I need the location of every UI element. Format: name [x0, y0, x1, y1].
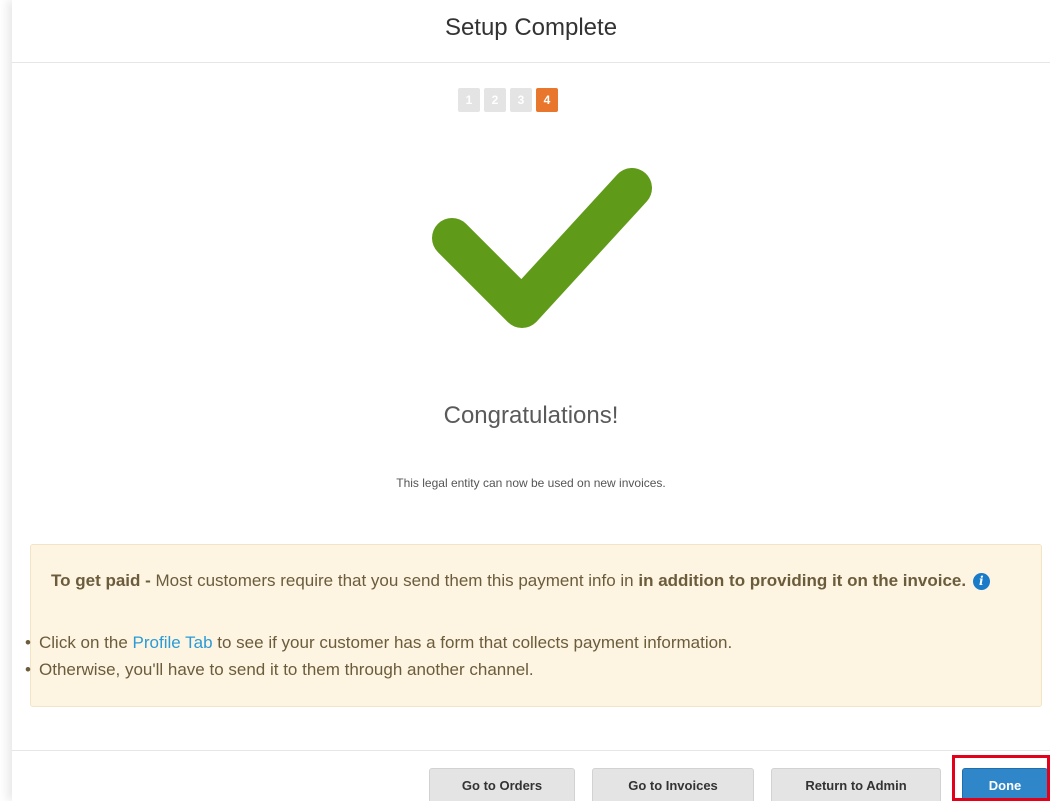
list-item: Otherwise, you'll have to send it to the… — [25, 656, 732, 683]
profile-tab-link[interactable]: Profile Tab — [133, 633, 213, 652]
return-to-admin-button[interactable]: Return to Admin — [771, 768, 941, 801]
step-4-current: 4 — [536, 88, 558, 112]
dialog-footer: Go to Orders Go to Invoices Return to Ad… — [12, 750, 1050, 801]
checkmark-icon — [432, 168, 652, 328]
notice-lead-text: Most customers require that you send the… — [150, 571, 639, 590]
notice-lead-emphasis: in addition to providing it on the invoi… — [638, 571, 967, 590]
info-icon[interactable]: i — [972, 573, 990, 590]
notice-lead-bold: To get paid - — [51, 571, 151, 590]
done-button[interactable]: Done — [962, 768, 1048, 801]
step-2: 2 — [484, 88, 506, 112]
go-to-orders-button[interactable]: Go to Orders — [429, 768, 575, 801]
payment-info-notice: To get paid - Most customers require tha… — [30, 544, 1042, 707]
notice-bullet-list: Click on the Profile Tab to see if your … — [25, 629, 732, 683]
setup-complete-dialog: Setup Complete 1 2 3 4 Congratulations! … — [12, 0, 1050, 801]
list-item: Click on the Profile Tab to see if your … — [25, 629, 732, 656]
dialog-title: Setup Complete — [444, 14, 618, 41]
step-indicator: 1 2 3 4 — [458, 88, 558, 112]
dialog-header: Setup Complete — [12, 0, 1050, 63]
step-1: 1 — [458, 88, 480, 112]
step-3: 3 — [510, 88, 532, 112]
go-to-invoices-button[interactable]: Go to Invoices — [592, 768, 754, 801]
notice-lead: To get paid - Most customers require tha… — [51, 569, 1011, 592]
bullet-text: Click on the — [39, 633, 133, 652]
page: Setup Complete 1 2 3 4 Congratulations! … — [0, 0, 1050, 801]
bullet-text: Otherwise, you'll have to send it to the… — [39, 660, 534, 679]
bullet-text: to see if your customer has a form that … — [212, 633, 733, 652]
success-message: This legal entity can now be used on new… — [396, 476, 666, 490]
congratulations-heading: Congratulations! — [443, 402, 619, 429]
